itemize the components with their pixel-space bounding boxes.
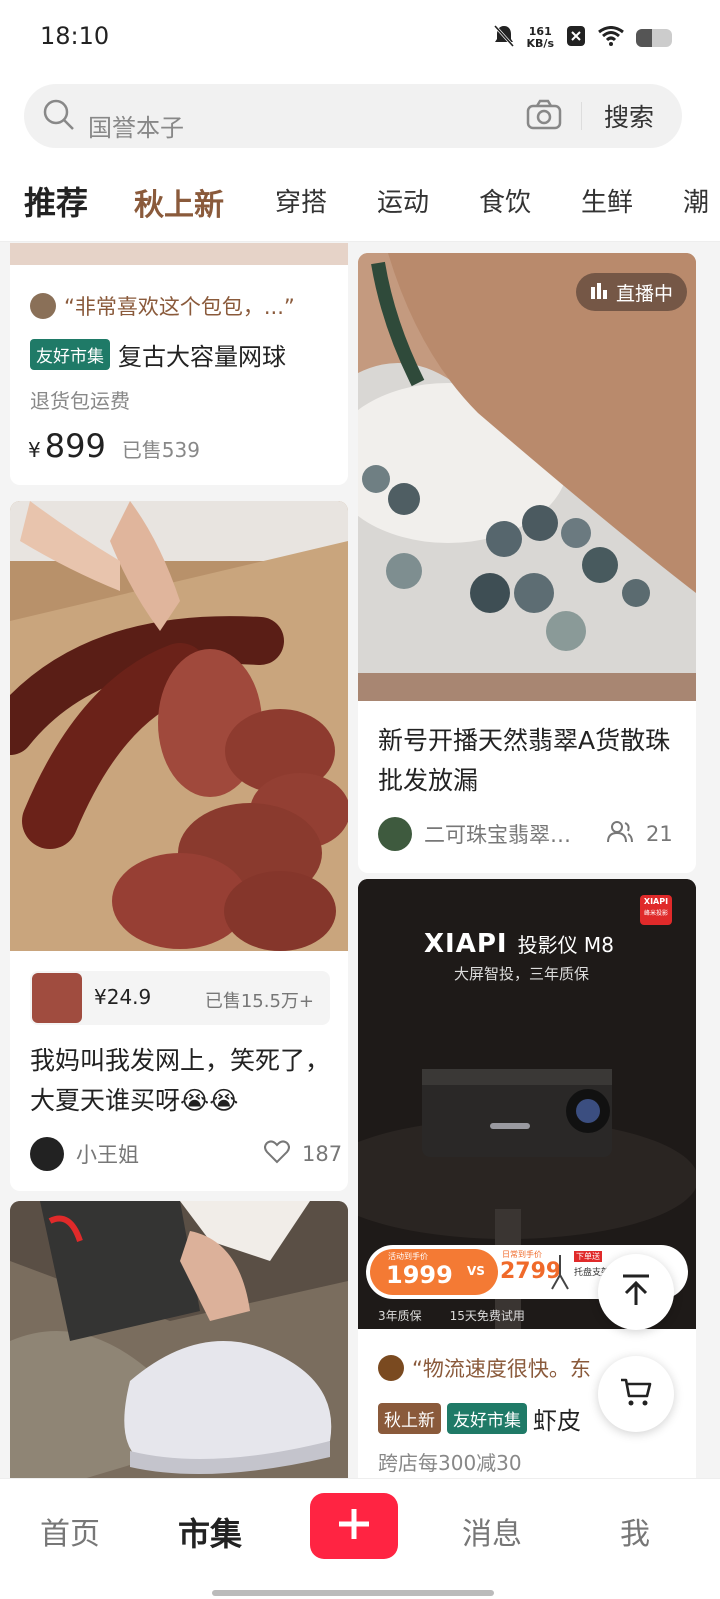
- live-bars-icon: [590, 281, 608, 303]
- review-quote-projector: “物流速度很快。东: [378, 1353, 591, 1383]
- projector-title-row: 秋上新 友好市集 虾皮: [378, 1401, 581, 1436]
- brand-logo-bottom: 峰米投影: [643, 910, 668, 917]
- price-row: ¥ 899 已售539: [28, 427, 200, 465]
- tab-sports[interactable]: 运动: [377, 182, 429, 219]
- tab-recommend[interactable]: 推荐: [24, 178, 88, 224]
- brand-logo-top: XIAPI: [643, 897, 669, 906]
- market-tag: 友好市集: [30, 339, 110, 370]
- heart-icon[interactable]: [264, 1140, 290, 1168]
- review-quote: “非常喜欢这个包包，...”: [30, 291, 295, 321]
- tab-food-drink[interactable]: 食饮: [479, 182, 531, 219]
- nav-home[interactable]: 首页: [40, 1509, 100, 1553]
- search-input[interactable]: 国誉本子: [88, 108, 184, 143]
- sold-count: 已售539: [121, 438, 200, 462]
- status-time: 18:10: [40, 22, 110, 50]
- tab-trend[interactable]: 潮: [683, 182, 709, 219]
- product-price: 899: [44, 427, 106, 465]
- tab-outfit[interactable]: 穿搭: [275, 182, 327, 219]
- brand-tagline: 大屏智投，三年质保: [454, 965, 590, 983]
- brand-logo-badge: XIAPI 峰米投影: [640, 895, 672, 925]
- live-author-row: 二可珠宝翡翠… 21: [378, 817, 673, 851]
- battery-icon: [636, 29, 672, 47]
- live-badge: 直播中: [576, 273, 688, 311]
- linked-product-thumb: [32, 973, 82, 1023]
- return-shipping-note: 退货包运费: [30, 389, 130, 413]
- product-image: [10, 243, 348, 265]
- live-title: 新号开播天然翡翠A货散珠批发放漏: [378, 726, 671, 795]
- live-badge-text: 直播中: [616, 282, 674, 305]
- category-tabs: 推荐 秋上新 穿搭 运动 食饮 生鲜 潮: [0, 160, 720, 242]
- brand-product: 投影仪 M8: [517, 933, 614, 957]
- viewer-count: 21: [646, 822, 673, 846]
- product-card-tennis-bag[interactable]: “非常喜欢这个包包，...” 友好市集 复古大容量网球 退货包运费 ¥ 899 …: [10, 243, 348, 485]
- arrow-up-icon: [621, 1273, 651, 1311]
- status-icons: 161 KB/s: [493, 24, 672, 52]
- search-box[interactable]: 国誉本子 搜索: [24, 84, 682, 148]
- product-title: 虾皮: [533, 1407, 581, 1435]
- sim-off-icon: [566, 25, 586, 51]
- currency-symbol: ¥: [28, 438, 41, 462]
- post-card-sausage[interactable]: ¥24.9 已售15.5万+ 我妈叫我发网上，笑死了，大夏天谁买呀😭😭 小王姐 …: [10, 501, 348, 1191]
- post-title: 我妈叫我发网上，笑死了，大夏天谁买呀😭😭: [30, 1046, 331, 1115]
- search-divider: [581, 102, 582, 130]
- home-indicator[interactable]: [212, 1590, 494, 1596]
- linked-product-bar[interactable]: ¥24.9 已售15.5万+: [30, 971, 330, 1025]
- author-avatar: [30, 1137, 64, 1171]
- net-speed: 161 KB/s: [526, 25, 554, 50]
- market-tag: 友好市集: [447, 1403, 527, 1434]
- tab-fresh[interactable]: 生鲜: [581, 182, 633, 219]
- author-name: 小王姐: [76, 1143, 139, 1167]
- live-stream-image: [358, 253, 696, 701]
- search-icon: [42, 98, 76, 136]
- vs-badge: VS: [464, 1263, 488, 1279]
- linked-product-sold: 已售15.5万+: [204, 991, 314, 1012]
- post-author-row: 小王姐 187: [30, 1137, 342, 1171]
- title-row: 友好市集 复古大容量网球: [30, 337, 286, 372]
- post-image: [10, 501, 348, 951]
- review-quote-text: “物流速度很快。东: [412, 1357, 591, 1381]
- streamer-avatar: [378, 817, 412, 851]
- linked-product-price: ¥24.9: [94, 985, 152, 1009]
- bottom-navigation: 首页 市集 消息 我: [0, 1478, 720, 1599]
- brand-row: XIAPI 投影仪 M8: [424, 929, 614, 959]
- mute-icon: [493, 24, 515, 52]
- brand-name: XIAPI: [424, 929, 508, 959]
- nav-market[interactable]: 市集: [178, 1509, 242, 1555]
- perk-warranty: 3年质保: [378, 1309, 422, 1323]
- cart-button[interactable]: [598, 1356, 674, 1432]
- product-card-sneakers[interactable]: [10, 1201, 348, 1478]
- wifi-icon: [598, 26, 624, 50]
- autumn-new-tag: 秋上新: [378, 1403, 441, 1434]
- streamer-name: 二可珠宝翡翠…: [424, 823, 571, 847]
- store-discount: 跨店每300减30: [378, 1451, 522, 1475]
- viewers-icon: [606, 820, 634, 848]
- live-card-jade[interactable]: 直播中 新号开播天然翡翠A货散珠批发放漏 二可珠宝翡翠… 21: [358, 253, 696, 873]
- nav-me[interactable]: 我: [620, 1509, 650, 1553]
- search-button[interactable]: 搜索: [604, 98, 654, 134]
- review-quote-text: “非常喜欢这个包包，...”: [64, 295, 295, 319]
- perk-free-trial: 15天免费试用: [449, 1309, 525, 1323]
- battery-level: [636, 29, 653, 47]
- promo-price: 1999: [386, 1261, 453, 1289]
- like-count: 187: [302, 1142, 343, 1166]
- tab-autumn-new[interactable]: 秋上新: [134, 180, 224, 224]
- reviewer-avatar: [378, 1355, 404, 1381]
- status-bar: 18:10 161 KB/s: [0, 0, 720, 80]
- sneaker-image: [10, 1201, 348, 1478]
- cart-icon: [619, 1376, 653, 1412]
- nav-messages[interactable]: 消息: [462, 1509, 522, 1553]
- camera-icon[interactable]: [526, 98, 562, 136]
- tripod-icon: [550, 1253, 570, 1295]
- reviewer-avatar: [30, 293, 56, 319]
- back-to-top-button[interactable]: [598, 1254, 674, 1330]
- perks-row: 3年质保 15天免费试用: [378, 1307, 525, 1324]
- stand-label: 下单送: [574, 1251, 602, 1262]
- add-post-button[interactable]: [310, 1493, 398, 1559]
- search-area: 国誉本子 搜索: [0, 80, 720, 160]
- plus-icon: [336, 1506, 372, 1546]
- product-title: 复古大容量网球: [118, 343, 286, 371]
